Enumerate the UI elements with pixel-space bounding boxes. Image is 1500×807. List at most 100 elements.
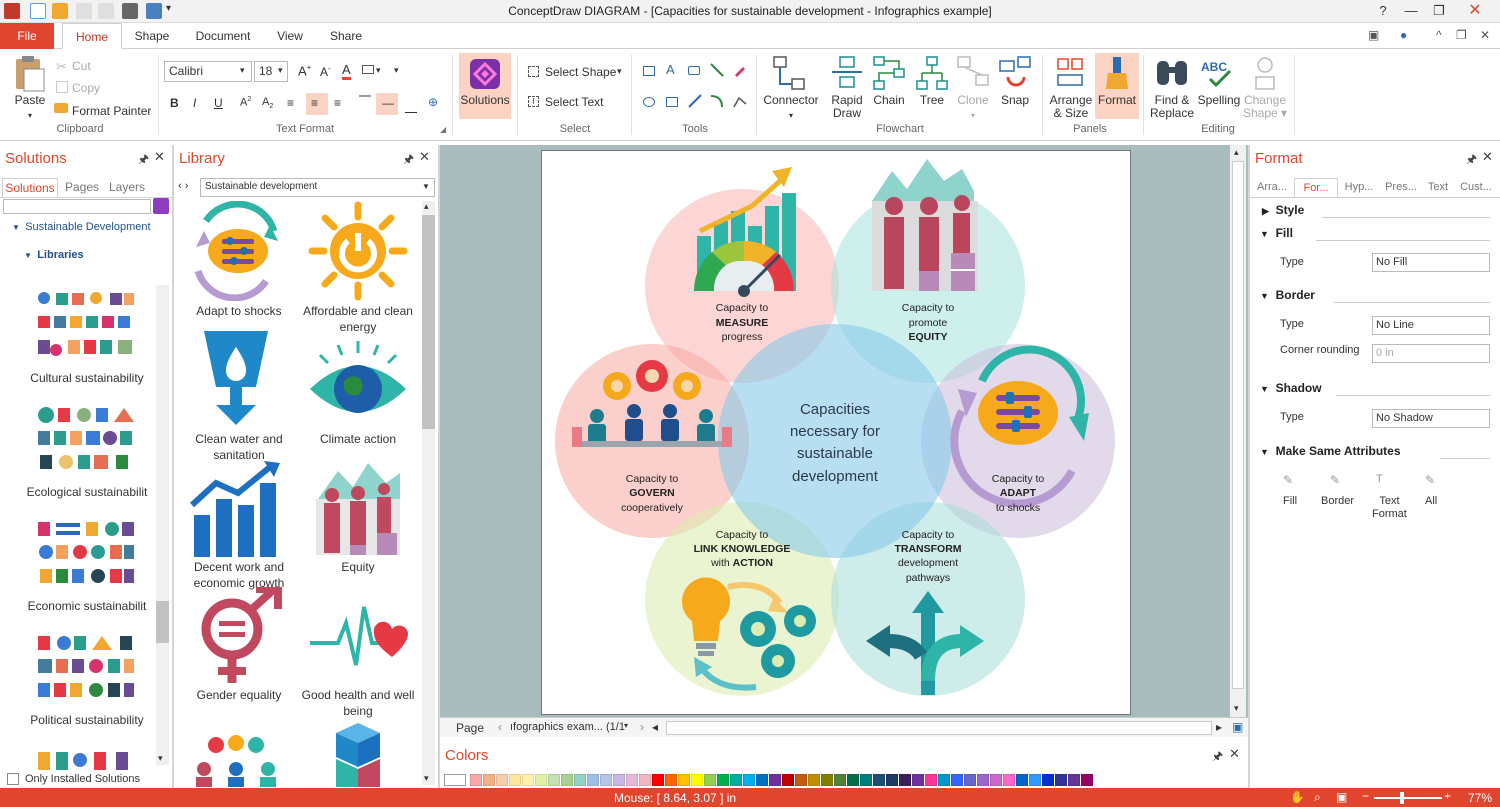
snap-icon[interactable]: [998, 55, 1032, 91]
color-swatch[interactable]: [1016, 774, 1028, 786]
scroll-down-icon[interactable]: ▾: [158, 753, 163, 764]
canvas-area[interactable]: Capacity to MEASURE progress Capacity to…: [440, 145, 1248, 717]
tab-file[interactable]: File: [0, 23, 54, 49]
panel-close-icon[interactable]: ✕: [1229, 746, 1240, 762]
snap-button[interactable]: Snap: [994, 94, 1036, 107]
zoom-select-icon[interactable]: ⌕: [1314, 790, 1321, 805]
align-right-icon[interactable]: ≡: [334, 96, 341, 110]
tab-pages[interactable]: Pages: [60, 178, 104, 197]
tab-view[interactable]: View: [270, 23, 310, 49]
clone-icon[interactable]: [956, 55, 990, 91]
page-next-icon[interactable]: ›: [640, 720, 644, 734]
library-caption[interactable]: Ecological sustainabilit: [12, 485, 162, 499]
arc-tool-icon[interactable]: [710, 94, 724, 108]
border-type-select[interactable]: No Line: [1372, 316, 1490, 335]
style-section[interactable]: ▶ Style: [1262, 203, 1304, 217]
ribbon-collapse-icon[interactable]: ^: [1436, 28, 1442, 42]
tab-share[interactable]: Share: [324, 23, 368, 49]
solutions-button[interactable]: Solutions: [456, 94, 514, 107]
library-caption[interactable]: Cultural sustainability: [12, 371, 162, 385]
valign-top-icon[interactable]: ⎺: [359, 94, 371, 109]
page-dropdown-icon[interactable]: ▾: [624, 721, 628, 730]
rapid-draw-icon[interactable]: [830, 55, 864, 91]
political-sustainability-thumbnail[interactable]: [36, 633, 136, 703]
underline-icon[interactable]: U: [214, 96, 223, 110]
eye-globe-icon[interactable]: [308, 337, 408, 437]
pin-icon[interactable]: 🖈: [1466, 150, 1477, 171]
library-caption[interactable]: Political sustainability: [12, 713, 162, 727]
callout-tool-icon[interactable]: [688, 66, 700, 75]
arrange-size-icon[interactable]: [1054, 55, 1088, 91]
page-prev-icon[interactable]: ‹: [498, 720, 502, 734]
tree-libraries[interactable]: ▼ Libraries: [24, 249, 84, 261]
tab-presentation[interactable]: Pres...: [1380, 178, 1422, 197]
shrink-font-icon[interactable]: A-: [320, 64, 331, 79]
find-replace-button[interactable]: Find & Replace: [1146, 94, 1198, 120]
line-tool-icon[interactable]: [710, 63, 724, 77]
library-nav-back-icon[interactable]: ‹ ›: [178, 180, 188, 192]
panel-close-icon[interactable]: ✕: [154, 149, 165, 165]
color-swatch[interactable]: [522, 774, 534, 786]
italic-icon[interactable]: I: [193, 96, 196, 110]
color-swatch[interactable]: [1029, 774, 1041, 786]
color-swatch[interactable]: [496, 774, 508, 786]
text-fill-dropdown-icon[interactable]: ▾: [376, 65, 381, 76]
color-swatch[interactable]: [860, 774, 872, 786]
connector-tool-icon[interactable]: [688, 94, 702, 108]
color-swatch[interactable]: [1055, 774, 1067, 786]
pin-icon[interactable]: 🖈: [1212, 747, 1223, 768]
color-swatch[interactable]: [847, 774, 859, 786]
color-picker-icon[interactable]: [444, 774, 466, 786]
curve-tool-icon[interactable]: [733, 94, 747, 108]
tab-arrange[interactable]: Arra...: [1252, 178, 1292, 197]
scroll-down-icon[interactable]: ▾: [424, 773, 429, 784]
minimize-button[interactable]: —: [1396, 2, 1426, 20]
brain-adapt-icon[interactable]: [186, 201, 286, 301]
rectangle-tool-icon[interactable]: [643, 66, 655, 76]
cultural-sustainability-thumbnail[interactable]: [36, 290, 136, 360]
make-same-text-icon[interactable]: T: [1376, 473, 1383, 485]
color-swatch[interactable]: [1003, 774, 1015, 786]
color-swatch[interactable]: [470, 774, 482, 786]
pen-tool-icon[interactable]: [733, 63, 747, 77]
make-same-all-icon[interactable]: ✎: [1425, 473, 1435, 487]
format-brush-icon[interactable]: [1100, 55, 1134, 91]
scroll-up-icon[interactable]: ▴: [424, 201, 429, 212]
ellipse-tool-icon[interactable]: [643, 97, 655, 107]
color-swatch[interactable]: [561, 774, 573, 786]
color-swatch[interactable]: [743, 774, 755, 786]
connector-dropdown-icon[interactable]: ▾: [760, 109, 822, 122]
color-swatch[interactable]: [626, 774, 638, 786]
text-format-launcher-icon[interactable]: ◢: [440, 125, 446, 134]
panel-close-icon[interactable]: ✕: [1482, 149, 1493, 165]
color-swatch[interactable]: [808, 774, 820, 786]
tab-home[interactable]: Home: [62, 23, 122, 49]
color-swatch[interactable]: [483, 774, 495, 786]
solutions-icon[interactable]: [468, 57, 502, 91]
color-swatch[interactable]: [977, 774, 989, 786]
paste-icon[interactable]: [12, 55, 46, 93]
search-icon[interactable]: [153, 198, 169, 214]
color-swatch[interactable]: [834, 774, 846, 786]
library-select-dropdown-icon[interactable]: ▼: [422, 182, 430, 191]
color-swatch[interactable]: [587, 774, 599, 786]
color-swatch[interactable]: [1042, 774, 1054, 786]
font-color-icon[interactable]: A: [342, 62, 351, 80]
color-swatch[interactable]: [795, 774, 807, 786]
ecological-sustainability-thumbnail[interactable]: [36, 405, 136, 475]
cut-button[interactable]: Cut: [72, 59, 91, 73]
library-scrollbar-thumb[interactable]: [422, 215, 435, 429]
scroll-up-icon[interactable]: ▴: [1234, 147, 1239, 158]
more-format-icon[interactable]: ▾: [394, 65, 399, 76]
spelling-icon[interactable]: ABC: [1200, 57, 1236, 89]
font-family-select[interactable]: Calibri: [164, 61, 252, 82]
select-shape-button[interactable]: Select Shape: [545, 65, 616, 79]
grow-font-icon[interactable]: A+: [298, 63, 311, 78]
library-caption[interactable]: Economic sustainabilit: [12, 599, 162, 613]
close-button[interactable]: ✕: [1460, 2, 1490, 20]
doc-close-icon[interactable]: ✕: [1480, 28, 1490, 42]
color-swatch[interactable]: [821, 774, 833, 786]
fill-section[interactable]: ▼ Fill: [1260, 226, 1293, 240]
color-swatch[interactable]: [899, 774, 911, 786]
economic-sustainability-thumbnail[interactable]: [36, 519, 136, 589]
